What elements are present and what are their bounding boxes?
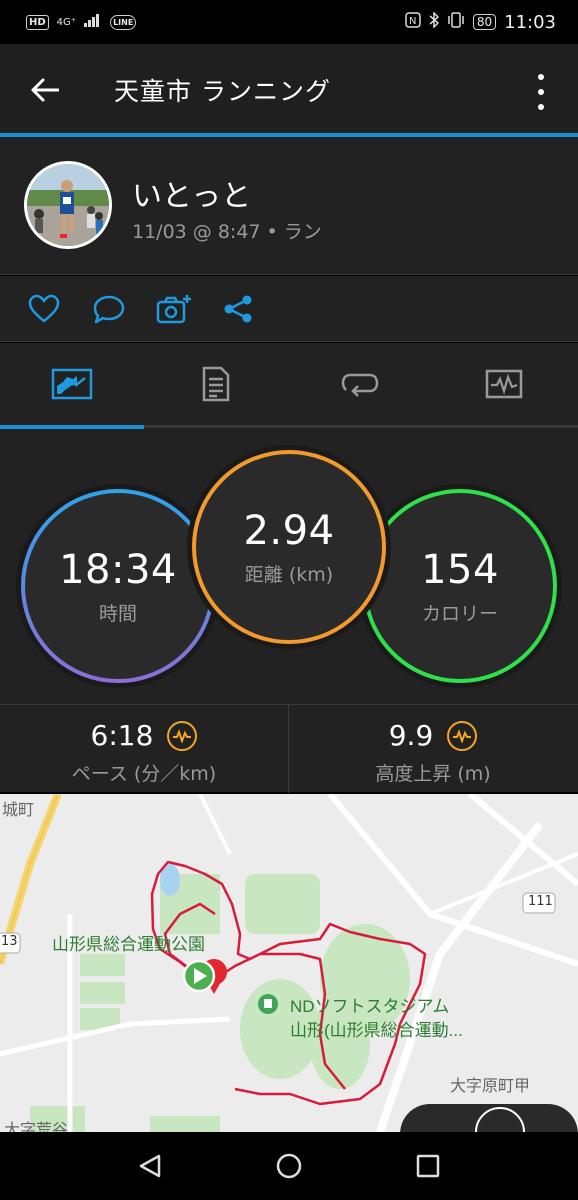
pace-chart-icon	[167, 720, 198, 751]
share-icon	[224, 295, 252, 323]
back-button[interactable]	[0, 44, 90, 136]
calories-value: 154	[421, 546, 499, 593]
network-indicator: 4G⁺	[56, 16, 77, 28]
square-recents-icon	[417, 1154, 440, 1178]
activity-header: いとっと 11/03 @ 8:47 • ラン	[0, 137, 578, 275]
summary-stats: 18:34 時間 154 カロリー 2.94 距離 (km)	[0, 429, 578, 704]
battery-indicator: 80	[472, 14, 497, 30]
map-label-district: 大字原町甲	[450, 1076, 531, 1095]
time-stat: 18:34 時間	[23, 491, 213, 681]
map-label-town: 城町	[2, 800, 35, 819]
calories-stat: 154 カロリー	[365, 491, 555, 681]
elevation-metric[interactable]: 9.9 高度上昇 (m)	[289, 705, 577, 793]
heart-icon	[28, 294, 60, 323]
activity-date-type: 11/03 @ 8:47 • ラン	[132, 221, 322, 243]
nav-recents-button[interactable]	[408, 1146, 448, 1186]
back-arrow-icon	[31, 78, 59, 102]
elevation-chart-icon	[447, 720, 478, 751]
nfc-icon: N	[405, 12, 421, 32]
clock: 11:03	[504, 11, 556, 33]
speech-bubble-icon	[93, 295, 125, 324]
like-button[interactable]	[24, 292, 64, 326]
add-photo-button[interactable]	[154, 292, 194, 326]
hd-indicator: HD	[26, 14, 49, 30]
user-name[interactable]: いとっと	[132, 171, 251, 215]
avatar[interactable]	[24, 161, 112, 249]
details-icon	[202, 366, 230, 402]
nav-home-button[interactable]	[269, 1146, 309, 1186]
map-label-district-2: 大字荒谷	[4, 1120, 69, 1132]
more-dot	[538, 89, 544, 95]
camera-plus-icon	[156, 295, 191, 324]
time-value: 18:34	[59, 546, 177, 593]
distance-stat: 2.94 距離 (km)	[194, 452, 384, 642]
time-label: 時間	[98, 602, 137, 625]
more-dot	[538, 74, 544, 80]
calories-label: カロリー	[421, 602, 498, 625]
page-title: 天童市 ランニング	[114, 77, 331, 106]
elevation-label: 高度上昇 (m)	[375, 763, 491, 785]
comment-button[interactable]	[89, 292, 129, 326]
tab-details[interactable]	[144, 343, 288, 425]
runner-photo	[27, 164, 109, 246]
status-right: N 80 11:03	[405, 11, 556, 33]
tab-overview[interactable]	[0, 343, 144, 425]
circle-home-icon	[276, 1153, 302, 1179]
bluetooth-icon	[429, 11, 439, 32]
share-button[interactable]	[218, 292, 258, 326]
nav-back-button[interactable]	[130, 1146, 170, 1186]
triangle-back-icon	[139, 1154, 160, 1178]
pace-label: ペース (分／km)	[71, 763, 217, 785]
laps-icon	[341, 373, 379, 397]
social-actions	[0, 276, 578, 342]
activity-tabs	[0, 343, 578, 429]
road-badge-13: 13	[1, 934, 18, 949]
map-label-park: 山形県総合運動公園	[52, 935, 205, 954]
vibrate-icon	[447, 12, 465, 32]
app-bar: 天童市 ランニング	[0, 44, 578, 136]
pace-metric[interactable]: 6:18 ペース (分／km)	[0, 705, 288, 793]
status-bar: HD 4G⁺ LINE N 80 11:03	[0, 0, 578, 44]
elevation-value: 9.9	[388, 719, 434, 752]
map-label-stadium-1: NDソフトスタジアム	[290, 997, 450, 1016]
distance-label: 距離 (km)	[244, 563, 334, 586]
route-map[interactable]: 城町 山形県総合運動公園 NDソフトスタジアム 山形(山形県総合運動... 大字…	[0, 794, 578, 1132]
chart-icon	[51, 368, 93, 400]
pace-value: 6:18	[90, 719, 154, 752]
map-label-stadium-2: 山形(山形県総合運動...	[290, 1021, 463, 1040]
svg-text:N: N	[409, 16, 416, 27]
signal-icon	[84, 13, 102, 31]
system-nav-bar	[0, 1132, 578, 1200]
more-dot	[538, 104, 544, 110]
more-options-button[interactable]	[526, 74, 556, 110]
secondary-metrics: 6:18 ペース (分／km) 9.9 高度上昇 (m)	[0, 704, 578, 793]
status-left: HD 4G⁺ LINE	[26, 13, 137, 31]
road-badge-111: 111	[528, 894, 553, 909]
distance-value: 2.94	[243, 507, 335, 554]
tab-laps[interactable]	[288, 343, 432, 425]
tab-charts[interactable]	[432, 343, 576, 425]
line-app-icon: LINE	[110, 14, 137, 30]
graph-icon	[485, 369, 523, 399]
